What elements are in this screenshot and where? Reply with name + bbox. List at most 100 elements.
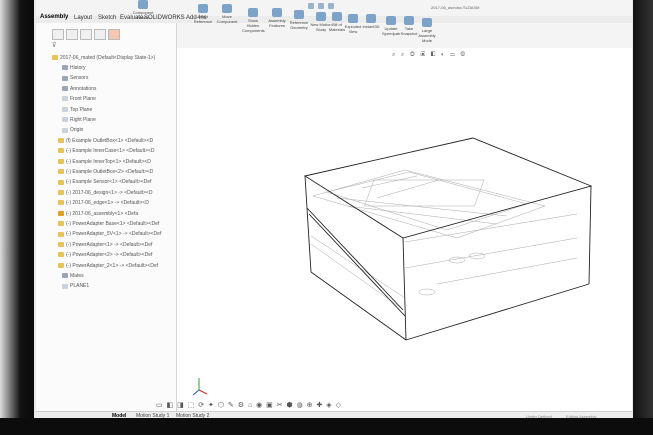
- part-icon: [58, 252, 64, 258]
- monitor-frame-right: [633, 0, 653, 435]
- tree-item[interactable]: Origin: [62, 127, 83, 136]
- large-assembly-mode-button[interactable]: Large Assembly Mode: [416, 18, 438, 43]
- tree-item[interactable]: (-) 2017-06_design<1> -> <Default><D: [58, 190, 152, 199]
- table-icon: [332, 12, 342, 21]
- folder-icon: [62, 85, 68, 91]
- tree-item[interactable]: (-) Example OutletBox<2> <Default><D: [58, 169, 153, 178]
- part-icon: [58, 148, 64, 154]
- undo-icon[interactable]: [328, 3, 334, 9]
- move-component-button[interactable]: Move Component: [216, 4, 238, 24]
- tree-item[interactable]: (-) Example InnerCase<1> <Default><D: [58, 148, 155, 157]
- print-icon[interactable]: [318, 3, 324, 9]
- geometry-icon: [294, 10, 304, 19]
- plane-icon: [62, 106, 68, 112]
- part-icon: [58, 241, 64, 247]
- tree-item[interactable]: (f) Example OutletBox<1> <Default><D: [58, 138, 153, 147]
- speedpak-icon: [386, 16, 396, 25]
- tree-item[interactable]: PLANE1: [62, 283, 89, 292]
- tree-item-label: Mates: [70, 273, 84, 279]
- plane-icon: [62, 283, 68, 289]
- tree-item[interactable]: (-) Example InnerTop<1> <Default><D: [58, 159, 151, 168]
- feature-manager-panel: ⊽ 2017-06_mated (Default<Display State-1…: [36, 23, 177, 420]
- tree-item-label: (-) PowerAdapter Base<1> <Default><Def: [66, 221, 160, 227]
- tree-item[interactable]: Mates: [62, 273, 84, 282]
- feature-tree-tab-icon[interactable]: [52, 29, 64, 40]
- insert-reference-button[interactable]: Insert Reference: [192, 4, 214, 24]
- bottom-toolbar-icons[interactable]: ▭ ◧ ◨ ⬚ ⟳ ✦ ⬡ ✎ ⚙ ⌂ ◉ ▣ ✂ ⬢ ◍ ⊕ ✚ ◈ ◇: [156, 401, 342, 409]
- tree-item[interactable]: (-) PowerAdapter_2<1> -> <Default><Def: [58, 263, 158, 272]
- move-icon: [222, 4, 232, 13]
- part-icon: [58, 200, 64, 206]
- tree-item-label: PLANE1: [70, 283, 90, 290]
- pattern-icon: [138, 0, 148, 9]
- tree-item-label: (-) PowerAdapter_5V<1> -> <Default><Def: [66, 231, 162, 238]
- tree-item[interactable]: Right Plane: [62, 117, 96, 126]
- tree-item[interactable]: Sensors: [62, 75, 88, 84]
- part-icon: [58, 179, 64, 185]
- tree-item-label: (-) Example InnerTop<1> <Default><D: [66, 158, 151, 165]
- instant3d-icon: [366, 14, 376, 23]
- tree-item[interactable]: (-) PowerAdapter Base<1> <Default><Def: [58, 221, 159, 230]
- explode-icon: [348, 14, 358, 23]
- tree-item-label: (-) PowerAdapter_2<1> -> <Default><Def: [66, 262, 158, 269]
- orientation-triad: [192, 378, 208, 396]
- tree-item-label: (-) 2017-06_design<1> -> <Default><D: [66, 189, 153, 196]
- tree-item[interactable]: History: [62, 65, 86, 74]
- property-manager-tab-icon[interactable]: [66, 29, 78, 40]
- part-icon: [58, 169, 64, 175]
- model-inner-detail: [310, 169, 578, 309]
- tree-item-label: (-) 2017-06_assembly<1> <Defa: [66, 210, 139, 217]
- insert-icon: [198, 4, 208, 13]
- plane-icon: [62, 96, 68, 102]
- reference-geometry-button[interactable]: Reference Geometry: [288, 10, 310, 30]
- assembly-icon: [52, 55, 58, 61]
- show-hidden-components-button[interactable]: Show Hidden Components: [242, 8, 265, 33]
- graphics-viewport[interactable]: ⌕ ⌕ ◎ ▣ ◧ ◐ ▭ ◍: [177, 48, 632, 420]
- tree-item-label: Sensors: [70, 75, 89, 82]
- tree-item[interactable]: Front Plane: [62, 96, 96, 105]
- model-view: [192, 137, 593, 396]
- part-icon: [58, 221, 64, 227]
- plane-icon: [62, 117, 68, 123]
- window-title: 2017-06_asmdoc.SLDASM: [431, 5, 480, 10]
- tab-assembly[interactable]: Assembly: [40, 14, 68, 20]
- tree-root[interactable]: 2017-06_mated (Default<Display State-1>): [52, 55, 155, 64]
- tree-item-label: Front Plane: [70, 96, 96, 103]
- part-icon: [58, 189, 64, 195]
- tree-item[interactable]: (-) PowerAdapter<1> -> <Default><Def: [58, 242, 152, 251]
- tree-item-label: (-) Example OutletBox<2> <Default><D: [66, 169, 154, 175]
- component-pattern-button[interactable]: Component Pattern: [132, 0, 154, 20]
- tab-sketch[interactable]: Sketch: [98, 15, 116, 21]
- tree-item[interactable]: (-) 2017-06_assembly<1> <Defa: [58, 211, 138, 220]
- monitor-frame-left: [0, 0, 34, 435]
- part-icon: [58, 262, 64, 268]
- instant3d-button[interactable]: Instant3D: [360, 14, 382, 29]
- tree-item-label: (-) PowerAdapter<2> -> <Default><Def: [66, 252, 153, 259]
- folder-icon: [62, 273, 68, 279]
- save-icon[interactable]: [308, 3, 314, 9]
- configuration-tab-icon[interactable]: [80, 29, 92, 40]
- screen: Assembly Layout Sketch Evaluate SOLIDWOR…: [36, 0, 632, 420]
- tree-item[interactable]: Annotations: [62, 86, 96, 95]
- appearance-tab-icon[interactable]: [108, 29, 120, 40]
- tree-item[interactable]: (-) PowerAdapter<2> -> <Default><Def: [58, 252, 152, 261]
- filter-icon[interactable]: ⊽: [52, 42, 56, 49]
- tree-item-label: Right Plane: [70, 117, 96, 123]
- tree-item-label: Annotations: [70, 85, 97, 92]
- tree-item-label: (f) Example OutletBox<1> <Default><D: [66, 137, 154, 144]
- large-assembly-icon: [422, 18, 432, 27]
- tree-item[interactable]: Top Plane: [62, 107, 92, 116]
- eye-icon: [248, 8, 258, 17]
- dimxpert-tab-icon[interactable]: [94, 29, 106, 40]
- folder-icon: [62, 65, 68, 71]
- tree-item[interactable]: (-) PowerAdapter_5V<1> -> <Default><Def: [58, 231, 161, 240]
- tree-item[interactable]: (-) 2017-06_edge<1> -> <Default><D: [58, 200, 149, 209]
- tab-layout[interactable]: Layout: [74, 15, 92, 21]
- model-outline: [303, 137, 593, 341]
- part-icon: [58, 158, 64, 164]
- part-icon: [58, 231, 64, 237]
- tree-item[interactable]: (-) Example Sensor<1> <Default><Def: [58, 179, 151, 188]
- tree-item-label: (-) Example InnerCase<1> <Default><D: [66, 148, 155, 155]
- assembly-features-button[interactable]: Assembly Features: [266, 8, 288, 28]
- motion-icon: [316, 12, 326, 21]
